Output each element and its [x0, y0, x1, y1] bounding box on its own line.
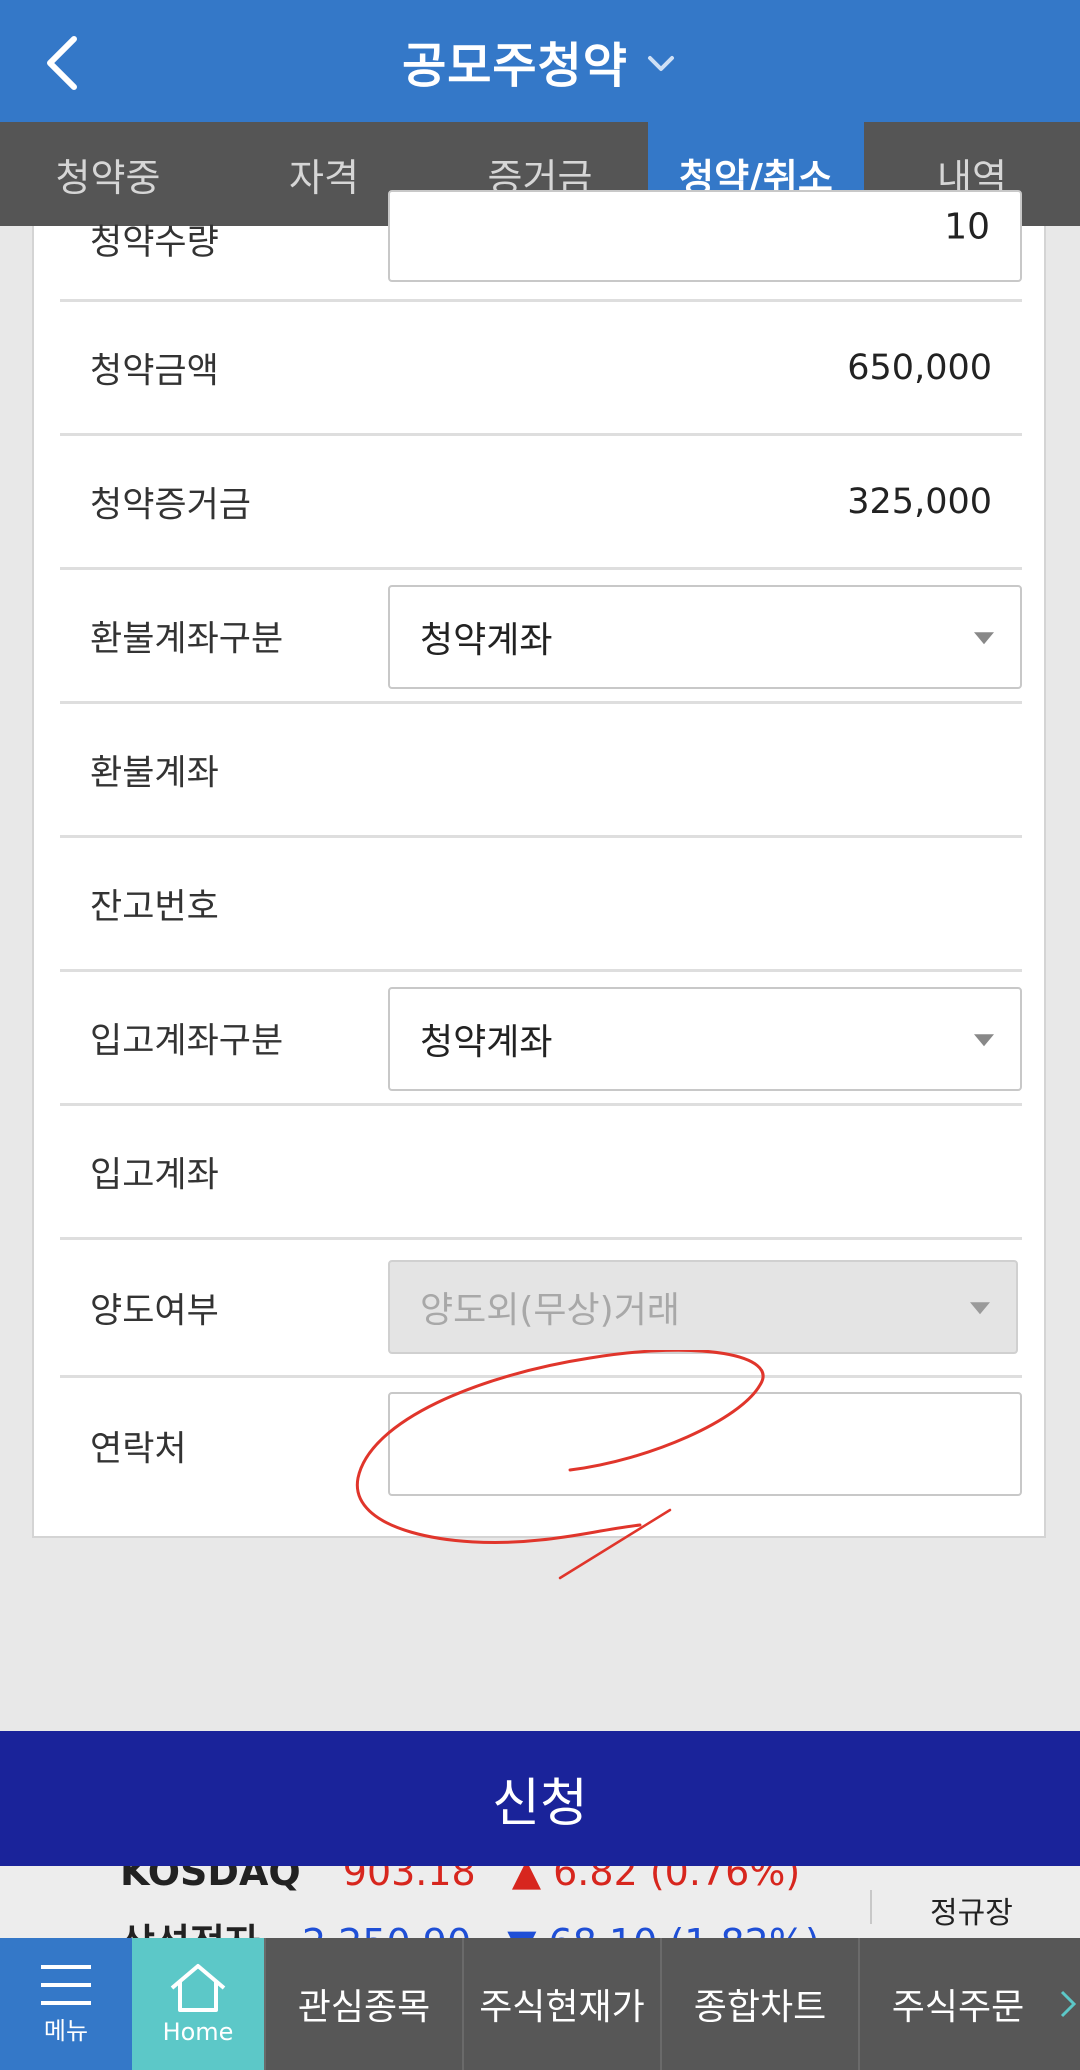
- refund-type-label: 환불계좌구분: [90, 619, 284, 659]
- hamburger-icon: [41, 1964, 91, 2005]
- app-header: 공모주청약: [0, 0, 1080, 122]
- ticker-row-kosdaq: KOSDAQ 903.18 ▲ 6.82 (0.76%): [120, 1866, 800, 1894]
- chevron-down-icon: [647, 56, 674, 71]
- nav-chart[interactable]: 종합차트: [660, 1938, 858, 2070]
- row-balance-no: 잔고번호: [60, 838, 1022, 972]
- row-refund-account: 환불계좌: [60, 704, 1022, 838]
- deposit-account-type-select[interactable]: 청약계좌: [388, 987, 1022, 1091]
- ticker-divider: [870, 1890, 872, 1924]
- ticker-index-name: KOSDAQ: [120, 1866, 301, 1894]
- deposit-label: 청약증거금: [90, 485, 252, 525]
- page-title-dropdown[interactable]: 공모주청약: [0, 0, 1080, 122]
- row-contact: 연락처: [60, 1378, 1022, 1514]
- deposit-account-type-selected: 청약계좌: [420, 1022, 553, 1063]
- quantity-value: 10: [944, 206, 990, 248]
- dropdown-caret-icon: [970, 1302, 990, 1315]
- ticker-row-second: 삼성전자 2,250.90 ▼ 68.10 (1.82%): [120, 1912, 820, 1938]
- row-quantity: 청약수량 10: [60, 190, 1022, 302]
- quantity-input[interactable]: 10: [388, 190, 1022, 282]
- contact-label: 연락처: [90, 1429, 187, 1470]
- ticker-stock-name: 삼성전자: [120, 1921, 260, 1938]
- transfer-label: 양도여부: [90, 1291, 219, 1331]
- dropdown-caret-icon: [974, 1034, 994, 1047]
- subscription-form: 청약수량 10 청약금액 650,000 청약증거금 325,000 환불계좌구…: [32, 190, 1046, 1538]
- amount-value: 650,000: [847, 347, 992, 388]
- row-transfer: 양도여부 양도외(무상)거래: [60, 1240, 1022, 1378]
- dropdown-caret-icon: [974, 632, 994, 645]
- market-ticker[interactable]: KOSDAQ 903.18 ▲ 6.82 (0.76%) 삼성전자 2,250.…: [0, 1866, 1080, 1938]
- deposit-value: 325,000: [847, 481, 992, 522]
- row-deposit-account-type: 입고계좌구분 청약계좌: [60, 972, 1022, 1106]
- ticker-index-change: ▲ 6.82 (0.76%): [511, 1866, 801, 1894]
- ticker-index-price: 903.18: [342, 1866, 476, 1894]
- transfer-select[interactable]: 양도외(무상)거래: [388, 1260, 1018, 1354]
- nav-more-button[interactable]: [1056, 1938, 1080, 2070]
- row-amount: 청약금액 650,000: [60, 302, 1022, 436]
- home-icon: [170, 1964, 226, 2012]
- refund-type-select[interactable]: 청약계좌: [388, 585, 1022, 689]
- ticker-stock-change: ▼ 68.10 (1.82%): [507, 1921, 820, 1938]
- chevron-right-icon: [1060, 1990, 1077, 2018]
- row-deposit-account: 입고계좌: [60, 1106, 1022, 1240]
- contact-input[interactable]: [388, 1392, 1022, 1496]
- home-button[interactable]: Home: [132, 1938, 264, 2070]
- nav-stock-quote[interactable]: 주식현재가: [462, 1938, 660, 2070]
- submit-button[interactable]: 신청: [0, 1731, 1080, 1866]
- deposit-account-label: 입고계좌: [90, 1155, 219, 1195]
- page-title: 공모주청약: [402, 38, 628, 94]
- quantity-label: 청약수량: [90, 223, 219, 263]
- ticker-stock-price: 2,250.90: [302, 1921, 471, 1938]
- amount-label: 청약금액: [90, 351, 219, 391]
- home-label: Home: [162, 2018, 234, 2046]
- nav-watchlist[interactable]: 관심종목: [264, 1938, 462, 2070]
- row-deposit: 청약증거금 325,000: [60, 436, 1022, 570]
- bottom-nav: 메뉴 Home 관심종목 주식현재가 종합차트 주식주문: [0, 1938, 1080, 2070]
- refund-type-selected: 청약계좌: [420, 620, 553, 661]
- row-refund-type: 환불계좌구분 청약계좌: [60, 570, 1022, 704]
- refund-account-label: 환불계좌: [90, 753, 219, 793]
- balance-no-label: 잔고번호: [90, 887, 219, 927]
- market-session-label: 정규장: [930, 1896, 1013, 1931]
- menu-label: 메뉴: [43, 2016, 89, 2045]
- menu-button[interactable]: 메뉴: [0, 1938, 132, 2070]
- transfer-selected: 양도외(무상)거래: [420, 1290, 680, 1331]
- deposit-account-type-label: 입고계좌구분: [90, 1021, 284, 1061]
- nav-stock-order[interactable]: 주식주문: [858, 1938, 1056, 2070]
